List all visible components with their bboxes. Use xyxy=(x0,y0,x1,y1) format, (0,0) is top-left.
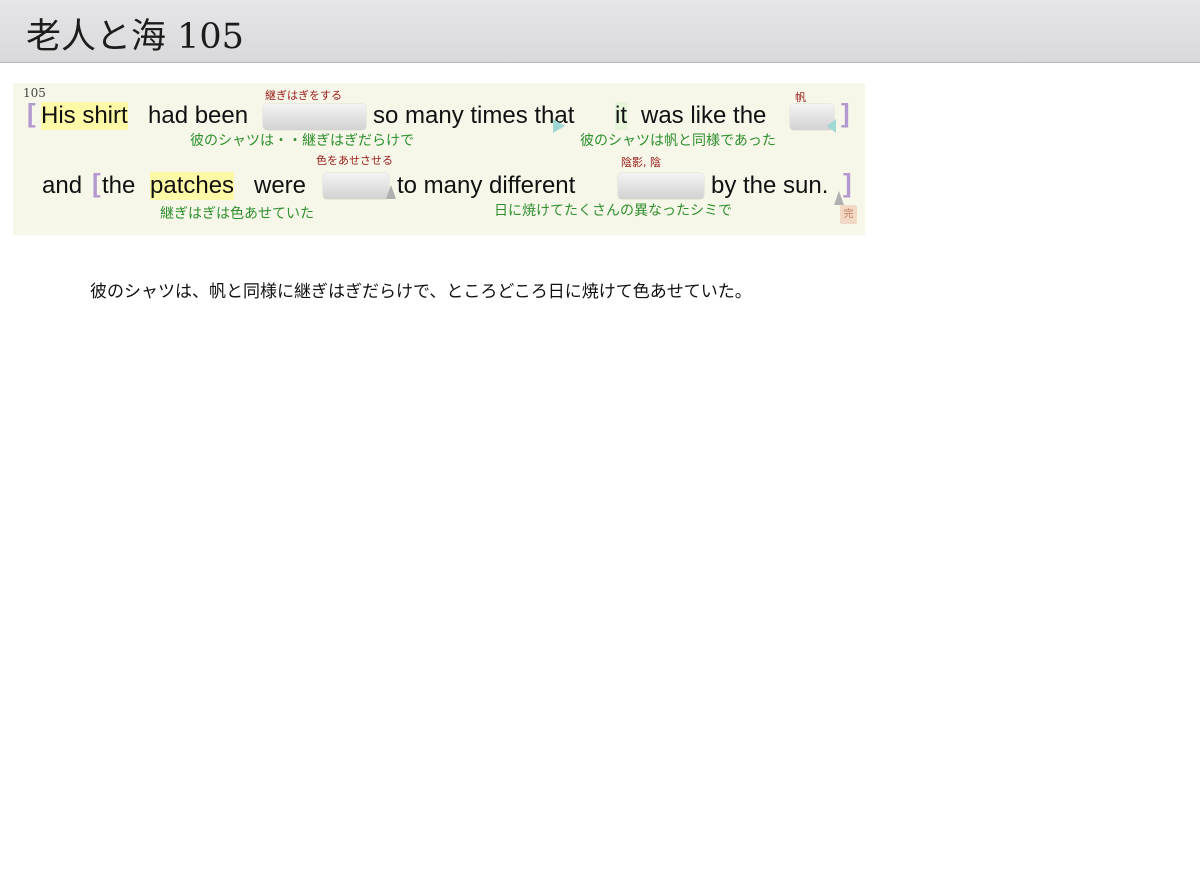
hint-sail: 帆 xyxy=(795,91,806,104)
marker-triangle xyxy=(553,119,565,133)
blank-box-faded[interactable] xyxy=(323,173,389,199)
word-so-many-times-that: so many times that xyxy=(373,102,575,129)
bracket-close: ] xyxy=(841,98,850,128)
marker-triangle xyxy=(834,191,844,205)
blank-box-shades[interactable] xyxy=(618,173,704,199)
word-by-the-sun: by the sun. xyxy=(711,172,829,199)
word-was-like-the: was like the xyxy=(641,102,767,129)
bracket-close: ] xyxy=(843,168,852,198)
word-the: the xyxy=(102,172,136,199)
sentence-panel: 105 [ His shirt had been 継ぎはぎをする so many… xyxy=(13,83,865,235)
page-title: 老人と海 105 xyxy=(26,17,244,57)
word-and: and xyxy=(42,172,83,199)
blank-box-patched[interactable] xyxy=(263,104,366,130)
word-to-many-different: to many different xyxy=(397,172,576,199)
bracket-open: [ xyxy=(92,168,101,198)
hint-shade: 陰影, 陰 xyxy=(621,156,661,169)
gloss-line2-a: 継ぎはぎは色あせていた xyxy=(160,206,314,222)
bracket-open: [ xyxy=(27,98,36,128)
word-were: were xyxy=(254,172,307,199)
japanese-translation: 彼のシャツは、帆と同様に継ぎはぎだらけで、ところどころ日に焼けて色あせていた。 xyxy=(90,282,752,302)
word-patches: patches xyxy=(150,172,235,200)
marker-triangle xyxy=(827,119,836,133)
gloss-line2-b: 日に焼けてたくさんの異なったシミで xyxy=(494,203,732,219)
word-it: it xyxy=(615,102,627,130)
page-header: 老人と海 105 xyxy=(0,0,1200,63)
seal-stamp: 完 xyxy=(840,205,857,224)
gloss-line1-b: 彼のシャツは帆と同様であった xyxy=(580,133,776,149)
marker-triangle xyxy=(386,185,396,199)
word-his-shirt: His shirt xyxy=(41,102,128,130)
hint-fade: 色をあせさせる xyxy=(316,154,393,167)
hint-patch: 継ぎはぎをする xyxy=(265,89,342,102)
word-had-been: had been xyxy=(148,102,249,129)
gloss-line1-a: 彼のシャツは・・継ぎはぎだらけで xyxy=(190,133,414,149)
